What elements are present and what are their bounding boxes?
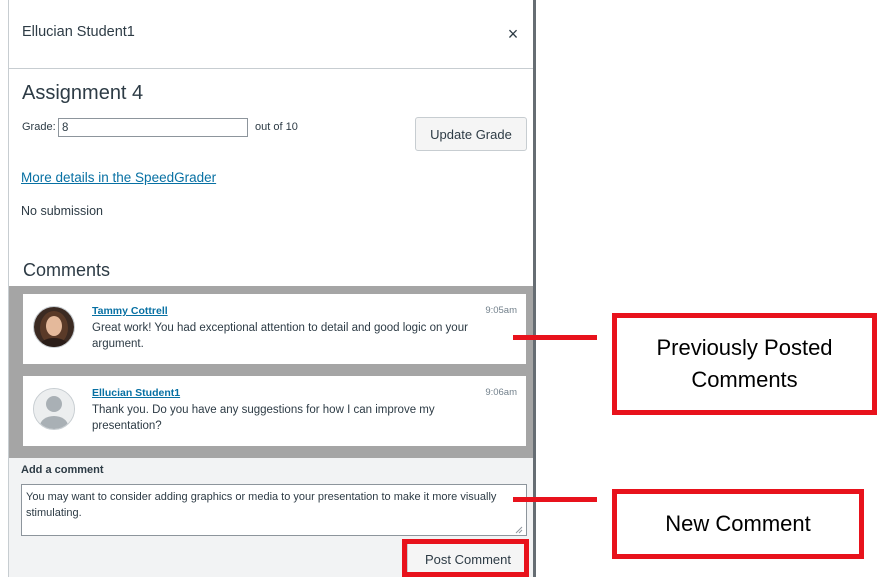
- add-comment-section: Add a comment You may want to consider a…: [9, 458, 533, 577]
- close-icon[interactable]: ×: [505, 24, 521, 44]
- comment-author-link[interactable]: Ellucian Student1: [92, 387, 180, 399]
- callout-previous-comments: Previously Posted Comments: [612, 313, 877, 415]
- callout-new-comment: New Comment: [612, 489, 864, 559]
- assignment-title: Assignment 4: [22, 82, 144, 104]
- person-icon: [34, 389, 74, 429]
- callout-line-new: [513, 497, 597, 502]
- grade-input[interactable]: [58, 118, 248, 137]
- comment-timestamp: 9:05am: [485, 305, 517, 316]
- user-photo: [34, 307, 74, 347]
- grade-label: Grade:: [22, 121, 56, 133]
- resize-grip-icon[interactable]: [515, 526, 523, 534]
- callout-line-previous: [513, 335, 597, 340]
- comments-heading: Comments: [23, 260, 111, 280]
- submission-status: No submission: [21, 204, 103, 218]
- add-comment-label: Add a comment: [21, 464, 104, 476]
- comment-text: Thank you. Do you have any suggestions f…: [92, 404, 435, 432]
- comment-author-link[interactable]: Tammy Cottrell: [92, 305, 168, 317]
- comments-list: Tammy Cottrell 9:05am Great work! You ha…: [9, 286, 533, 458]
- dialog-header: Ellucian Student1 ×: [9, 0, 533, 69]
- post-comment-button[interactable]: Post Comment: [407, 542, 529, 577]
- points-possible: out of 10: [255, 121, 298, 133]
- user-photo-avatar[interactable]: [33, 306, 75, 348]
- comment-timestamp: 9:06am: [485, 387, 517, 398]
- dialog-title: Ellucian Student1: [22, 24, 135, 40]
- comment-item: Ellucian Student1 9:06am Thank you. Do y…: [23, 376, 526, 446]
- grade-dialog: Ellucian Student1 × Assignment 4 Grade: …: [8, 0, 536, 577]
- comment-textarea[interactable]: You may want to consider adding graphics…: [21, 484, 527, 536]
- update-grade-button[interactable]: Update Grade: [415, 117, 527, 151]
- default-avatar-icon[interactable]: [33, 388, 75, 430]
- speedgrader-link[interactable]: More details in the SpeedGrader: [21, 170, 216, 185]
- comment-item: Tammy Cottrell 9:05am Great work! You ha…: [23, 294, 526, 364]
- comment-text: Great work! You had exceptional attentio…: [92, 322, 468, 350]
